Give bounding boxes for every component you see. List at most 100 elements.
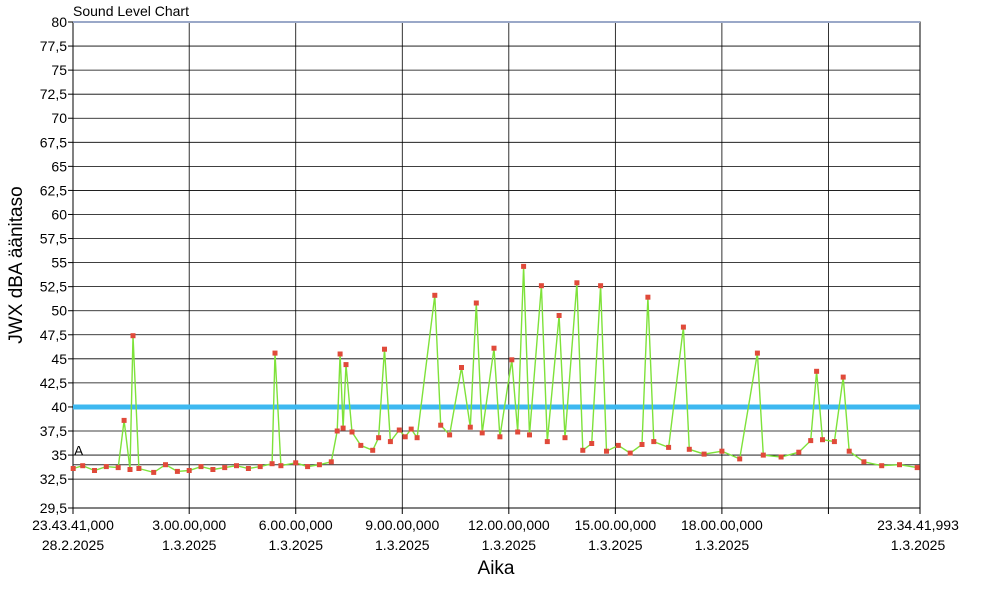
data-point <box>447 432 453 438</box>
sound-level-chart: Sound Level Chart A 29,5 32,5 35 37,5 40 42,5… <box>0 0 990 588</box>
data-point <box>234 463 239 469</box>
y-tick-label: 42,5 <box>40 375 67 391</box>
y-tick-label: 35 <box>51 447 67 463</box>
data-point <box>615 442 621 448</box>
data-point <box>840 374 846 380</box>
data-point <box>269 461 275 467</box>
x-tick-label-time: 15.00.00,000 <box>574 517 656 533</box>
data-point <box>467 424 473 430</box>
data-point <box>432 292 438 298</box>
x-tick-label-date: 1.3.2025 <box>268 537 323 553</box>
data-point <box>358 442 364 448</box>
data-point <box>414 435 420 441</box>
data-point <box>544 439 550 445</box>
y-axis-label: JWX dBA äänitaso <box>6 186 27 343</box>
data-point <box>376 435 382 441</box>
y-tick-label: 45 <box>51 351 67 367</box>
data-point <box>879 463 885 469</box>
data-point <box>402 434 408 440</box>
x-tick-label-time: 6.00.00,000 <box>259 517 333 533</box>
data-point <box>754 350 760 356</box>
x-tick-label-date: 1.3.2025 <box>162 537 217 553</box>
data-point <box>521 263 527 269</box>
y-tick-label: 70 <box>51 110 67 126</box>
data-point <box>914 465 920 471</box>
data-point <box>479 430 485 436</box>
data-point <box>556 313 562 318</box>
x-tick-label-time: 23.34.41,993 <box>877 517 959 533</box>
data-point <box>408 426 414 432</box>
y-tick-label: 52,5 <box>40 279 67 295</box>
data-point <box>562 435 568 441</box>
data-point <box>343 362 349 368</box>
y-tick-label: 55 <box>51 255 67 271</box>
x-tick-label-time: 23.43.41,000 <box>32 517 114 533</box>
data-point <box>760 452 766 458</box>
data-point <box>387 439 393 445</box>
data-point <box>210 467 216 472</box>
y-tick-label: 40 <box>51 399 67 415</box>
data-point <box>497 434 503 440</box>
y-tick-label: 72,5 <box>40 86 67 102</box>
data-point <box>604 448 609 454</box>
data-point <box>580 447 586 453</box>
y-tick-label: 65 <box>51 158 67 174</box>
y-tick-label: 29,5 <box>40 500 67 516</box>
data-point <box>846 448 852 454</box>
data-point <box>305 464 311 470</box>
data-point <box>574 280 580 286</box>
y-tick-label: 77,5 <box>40 38 67 54</box>
y-tick-label: 62,5 <box>40 182 67 198</box>
data-point <box>257 464 263 470</box>
data-point <box>245 466 251 471</box>
data-point <box>70 466 76 471</box>
x-tick-label-date: 1.3.2025 <box>695 537 750 553</box>
data-point <box>897 462 902 468</box>
data-point <box>328 459 334 465</box>
x-tick-label-date: 28.2.2025 <box>42 537 104 553</box>
data-point <box>598 283 604 289</box>
data-point <box>473 300 479 306</box>
x-tick-label-date: 1.3.2025 <box>891 537 946 553</box>
data-point <box>861 459 867 465</box>
data-point <box>334 428 340 434</box>
data-point <box>438 422 444 428</box>
data-point <box>127 467 133 472</box>
data-point <box>509 357 515 363</box>
data-point <box>370 447 376 453</box>
data-point <box>831 439 837 445</box>
data-point <box>198 464 204 470</box>
data-point <box>778 454 784 460</box>
y-tick-label: 37,5 <box>40 423 67 439</box>
data-point <box>340 425 346 431</box>
data-point <box>186 468 192 473</box>
y-tick-label: 67,5 <box>40 134 67 150</box>
data-point <box>272 350 278 356</box>
x-tick-label-time: 18.00.00,000 <box>681 517 763 533</box>
x-tick-label-date: 1.3.2025 <box>482 537 537 553</box>
y-tick-label: 50 <box>51 303 67 319</box>
y-tick-label: 75 <box>51 62 67 78</box>
data-point <box>151 469 157 475</box>
chart-canvas: Sound Level Chart A 29,5 32,5 35 37,5 40 42,5… <box>0 0 990 588</box>
data-point <box>349 429 355 435</box>
y-tick-label: 80 <box>51 14 67 30</box>
reference-line-label: A <box>74 443 84 459</box>
data-point <box>808 438 814 444</box>
data-point <box>680 324 686 330</box>
data-point <box>666 444 672 450</box>
y-tick-label: 47,5 <box>40 327 67 343</box>
chart-background <box>0 0 990 588</box>
data-point <box>382 346 387 352</box>
data-point <box>538 283 544 289</box>
data-point <box>121 417 127 423</box>
data-point <box>396 427 402 433</box>
y-tick-label: 32,5 <box>40 471 67 487</box>
x-tick-label-date: 1.3.2025 <box>588 537 643 553</box>
data-point <box>222 465 228 471</box>
data-point <box>639 442 645 447</box>
data-point <box>130 333 136 339</box>
data-point <box>92 468 97 473</box>
data-point <box>589 441 595 446</box>
data-point <box>645 294 651 300</box>
